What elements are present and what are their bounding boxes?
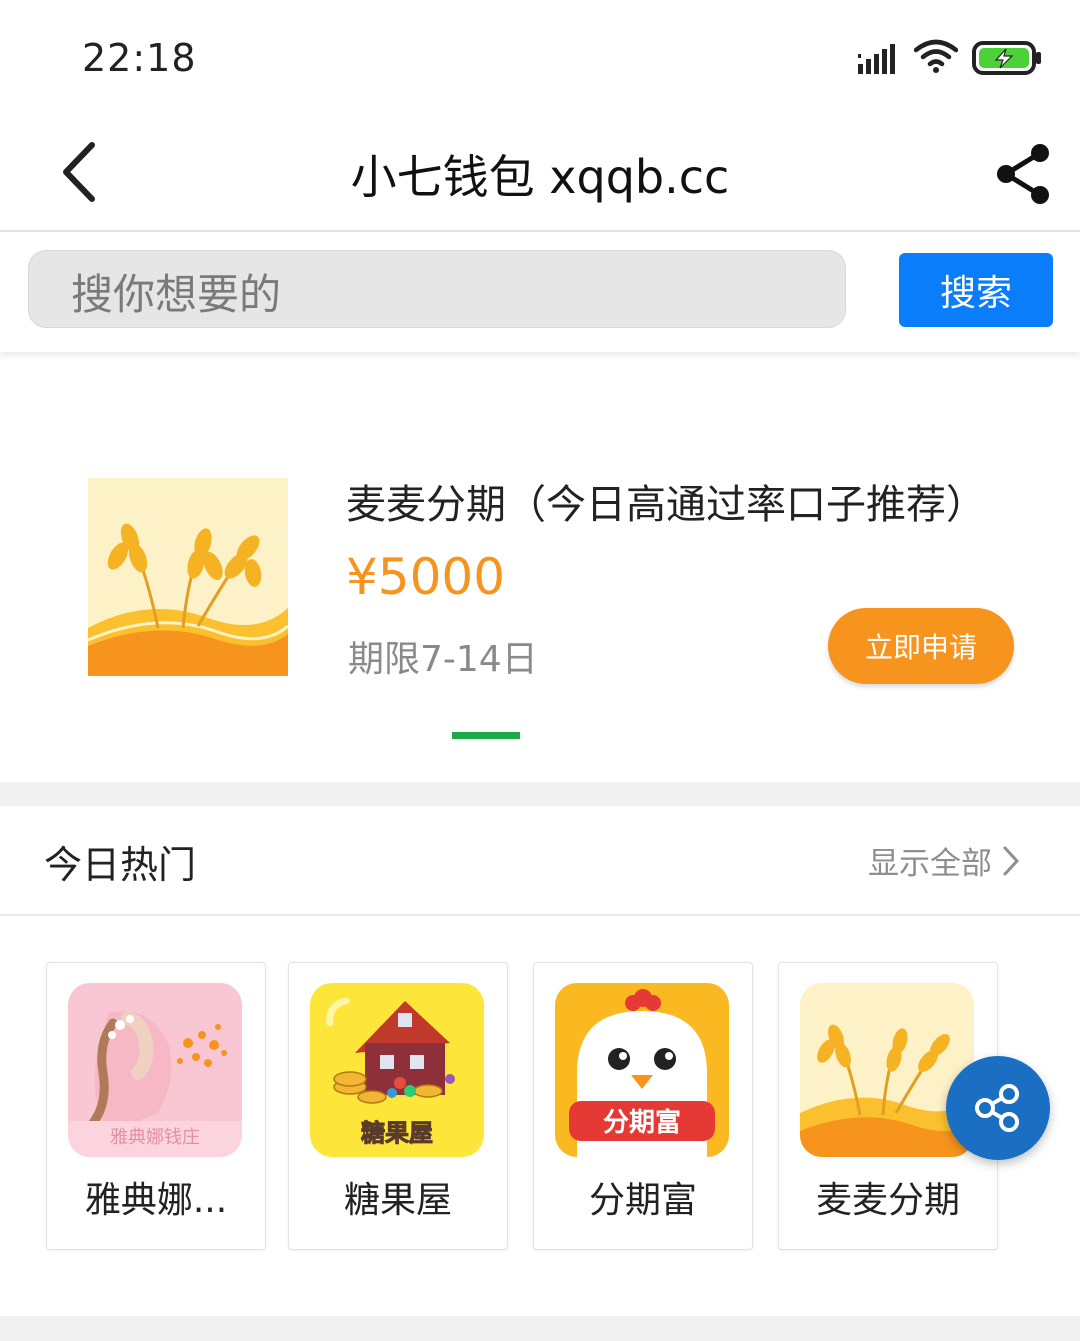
apply-button[interactable]: 立即申请 [828,608,1014,684]
chicken-logo: 分期富 [555,983,729,1157]
app-card-label: 糖果屋 [343,1180,452,1221]
show-all-link[interactable]: 显示全部 [868,838,1020,883]
banner-title[interactable]: 麦麦分期（今日高通过率口子推荐） [346,472,986,530]
app-card-label: 分期富 [588,1180,697,1221]
signal-icon [858,42,902,78]
page-title: 小七钱包 xqqb.cc [350,150,730,204]
section-divider [0,1316,1080,1341]
banner-carousel[interactable]: 麦麦分期（今日高通过率口子推荐） ¥5000 期限7-14日 立即申请 [0,360,1080,782]
banner-amount: ¥5000 [346,548,506,606]
search-input[interactable]: 搜你想要的 [28,250,846,328]
carousel-indicator [452,732,520,739]
app-card[interactable]: 分期富 分期富 [533,962,753,1250]
search-placeholder: 搜你想要的 [71,270,282,319]
app-card-label: 雅典娜... [84,1180,228,1221]
section-title: 今日热门 [44,843,197,887]
app-card[interactable]: 糖果屋 糖果屋 [288,962,508,1250]
status-bar: 22:18 [0,0,1080,115]
section-divider [0,782,1080,806]
wheat-logo[interactable] [88,478,288,676]
banner-term: 期限7-14日 [348,639,538,680]
candy-house-logo: 糖果屋 [310,983,484,1157]
share-icon [975,1084,1019,1132]
search-bar: 搜你想要的 搜索 [0,232,1080,352]
svg-text:雅典娜钱庄: 雅典娜钱庄 [110,1127,200,1148]
battery-charging-icon [972,40,1042,80]
floating-share-button[interactable] [946,1056,1050,1160]
share-icon [997,144,1049,204]
wheat-logo [800,983,974,1157]
back-button[interactable] [48,137,108,207]
app-card[interactable]: 雅典娜钱庄 雅典娜... [46,962,266,1250]
lady-flower-logo: 雅典娜钱庄 [68,983,242,1157]
search-button[interactable]: 搜索 [899,253,1053,327]
share-button[interactable] [988,139,1058,209]
nav-bar: 小七钱包 xqqb.cc [0,115,1080,232]
show-all-label: 显示全部 [868,846,992,882]
wifi-icon [913,38,959,78]
svg-text:糖果屋: 糖果屋 [361,1119,433,1147]
app-card-label: 麦麦分期 [815,1180,960,1221]
hot-section-header: 今日热门 显示全部 [0,806,1080,916]
chevron-right-icon [1003,846,1020,875]
status-time: 22:18 [82,36,197,80]
chevron-left-icon [63,142,95,202]
svg-text:分期富: 分期富 [603,1107,681,1138]
